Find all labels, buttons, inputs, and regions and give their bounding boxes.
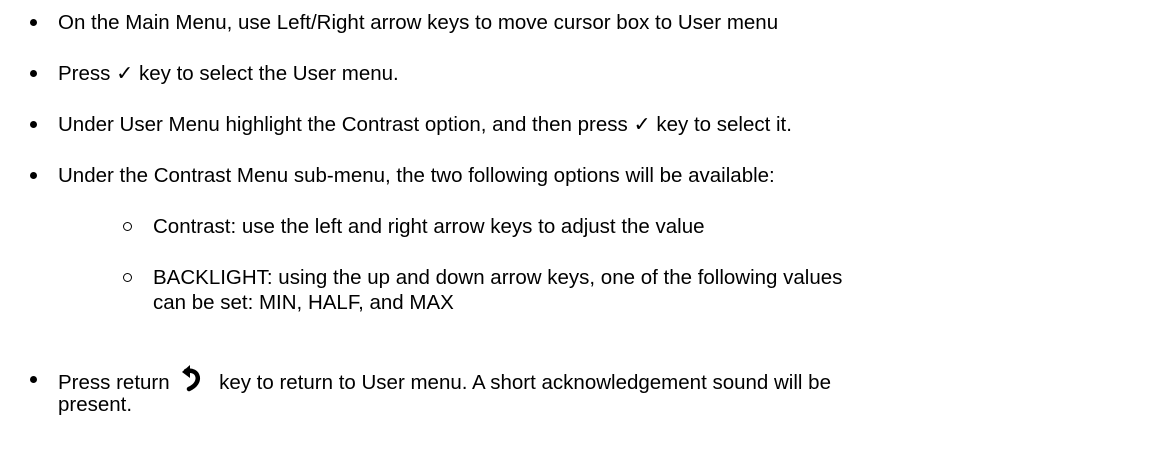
instruction-item-return: Press return key to return to User menu.…	[58, 365, 831, 395]
instruction-item: On the Main Menu, use Left/Right arrow k…	[58, 11, 779, 34]
instruction-item: Under User Menu highlight the Contrast o…	[58, 113, 792, 136]
sub-item-line2: can be set: MIN, HALF, and MAX	[153, 291, 454, 314]
return-arrow-icon	[179, 365, 205, 395]
return-text-before: Press return	[58, 371, 170, 394]
instruction-document: On the Main Menu, use Left/Right arrow k…	[0, 0, 1175, 459]
instruction-item: Under the Contrast Menu sub-menu, the tw…	[58, 164, 775, 187]
instruction-item-return-line2: present.	[58, 393, 133, 416]
bullet-dot	[30, 121, 37, 128]
instruction-item: Press ✓ key to select the User menu.	[58, 62, 399, 85]
bullet-dot	[30, 172, 37, 179]
return-text-after: key to return to User menu. A short ackn…	[219, 371, 831, 394]
bullet-dot	[30, 19, 37, 26]
bullet-dot	[30, 70, 37, 77]
sub-item: Contrast: use the left and right arrow k…	[153, 215, 705, 238]
sub-item-line1: BACKLIGHT: using the up and down arrow k…	[153, 266, 843, 289]
sub-bullet-circle	[123, 273, 132, 282]
bullet-dot	[30, 376, 37, 383]
sub-bullet-circle	[123, 222, 132, 231]
